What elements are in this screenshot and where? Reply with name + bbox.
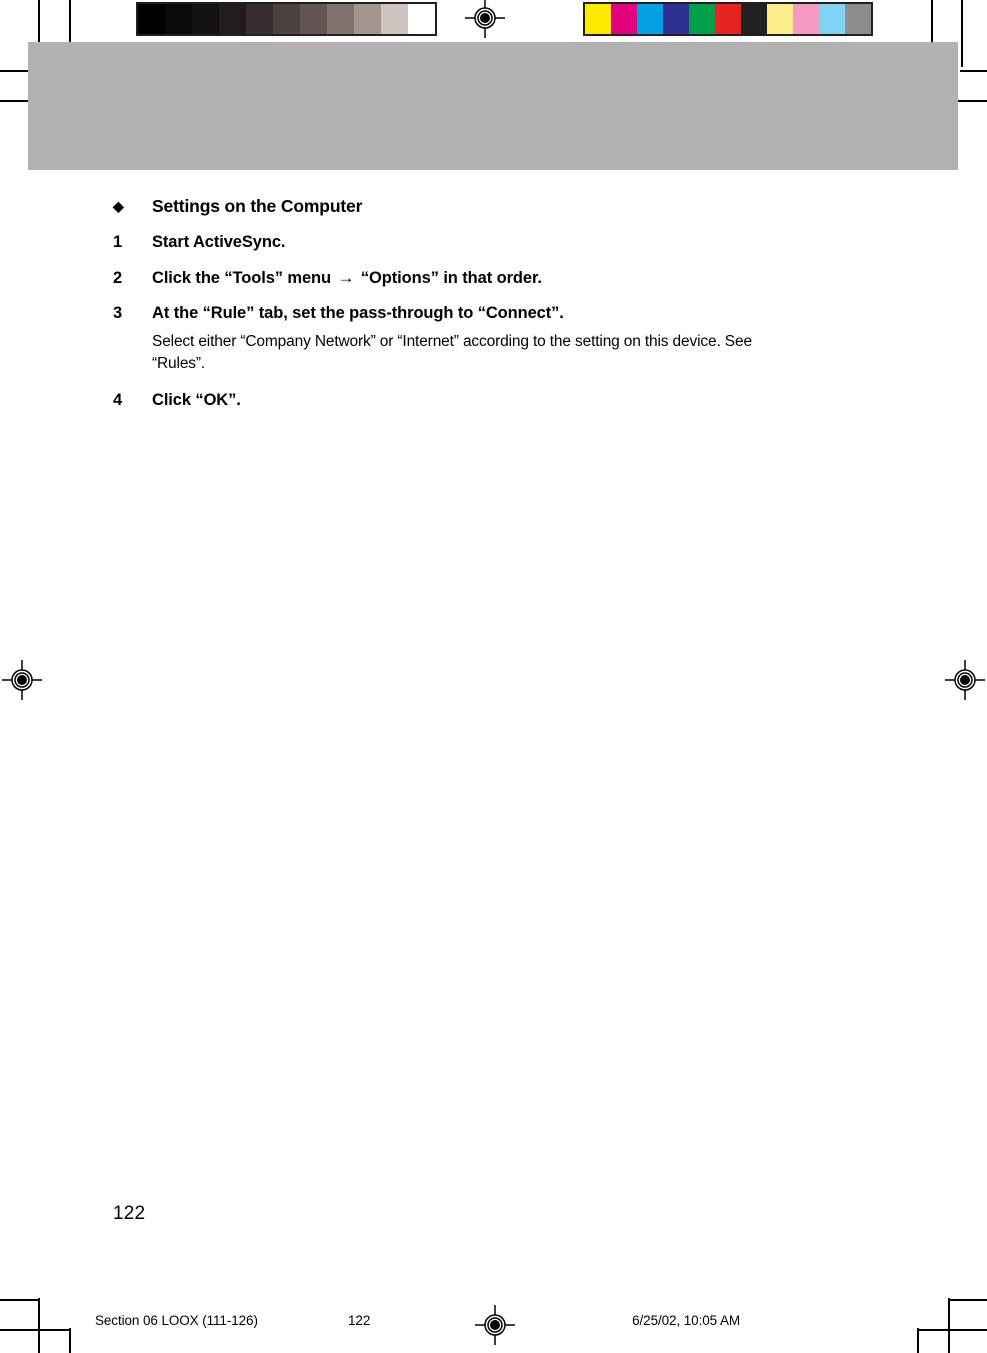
- step-number: 2: [113, 269, 123, 287]
- color-patch: [845, 4, 871, 34]
- gray-patch: [219, 4, 246, 34]
- crop-mark: [38, 1298, 40, 1353]
- gray-patch: [273, 4, 300, 34]
- color-patch: [715, 4, 741, 34]
- section-heading-text: Settings on the Computer: [152, 196, 363, 216]
- print-footer-timestamp: 6/25/02, 10:05 AM: [632, 1313, 740, 1328]
- color-patch: [637, 4, 663, 34]
- color-patch: [611, 4, 637, 34]
- gray-patch: [165, 4, 192, 34]
- step-text-before-arrow: Click the “Tools” menu: [152, 269, 336, 287]
- crop-mark: [960, 70, 987, 72]
- color-patch: [689, 4, 715, 34]
- page-header-band: [28, 42, 958, 170]
- print-footer: Section 06 LOOX (111-126) 122 6/25/02, 1…: [95, 1313, 740, 1331]
- color-patch: [663, 4, 689, 34]
- color-patch: [767, 4, 793, 34]
- crop-mark: [917, 1329, 987, 1331]
- section-heading: ◆ Settings on the Computer: [113, 196, 873, 217]
- color-patch: [741, 4, 767, 34]
- step-text: At the “Rule” tab, set the pass-through …: [152, 304, 564, 322]
- gray-patch: [381, 4, 408, 34]
- step-item: 2 Click the “Tools” menu → “Options” in …: [113, 268, 873, 288]
- crop-mark: [917, 1328, 919, 1353]
- step-number: 1: [113, 233, 123, 251]
- step-item: 4 Click “OK”.: [113, 391, 873, 410]
- gray-patch: [138, 4, 165, 34]
- step-text: Click “OK”.: [152, 391, 241, 409]
- crop-mark: [69, 1328, 71, 1353]
- grayscale-calibration-strip: [136, 2, 437, 36]
- gray-patch: [327, 4, 354, 34]
- diamond-bullet-icon: ◆: [113, 198, 124, 214]
- crop-mark: [0, 1329, 70, 1331]
- print-footer-page: 122: [348, 1313, 371, 1328]
- gray-patch: [354, 4, 381, 34]
- scanned-page: ◆ Settings on the Computer 1 Start Activ…: [0, 0, 987, 1353]
- color-patch: [793, 4, 819, 34]
- color-patch: [819, 4, 845, 34]
- step-text-after-arrow: “Options” in that order.: [356, 269, 542, 287]
- right-arrow-icon: →: [337, 268, 355, 287]
- gray-patch: [300, 4, 327, 34]
- step-item: 1 Start ActiveSync.: [113, 233, 873, 252]
- color-calibration-strip: [583, 2, 873, 36]
- print-footer-section: Section 06 LOOX (111-126): [95, 1313, 258, 1328]
- registration-target-left: [2, 660, 42, 700]
- gray-patch: [192, 4, 219, 34]
- page-number: 122: [113, 1203, 146, 1224]
- step-text: Start ActiveSync.: [152, 233, 286, 251]
- crop-mark: [0, 1299, 39, 1301]
- step-number: 4: [113, 391, 123, 409]
- step-item: 3 At the “Rule” tab, set the pass-throug…: [113, 304, 873, 323]
- crop-mark: [948, 1298, 950, 1353]
- crop-mark: [961, 0, 963, 67]
- step-number: 3: [113, 304, 123, 322]
- color-patch: [585, 4, 611, 34]
- step-text: Click the “Tools” menu → “Options” in th…: [152, 268, 873, 288]
- gray-patch: [408, 4, 435, 34]
- crop-mark: [948, 1299, 987, 1301]
- registration-target-right: [945, 660, 985, 700]
- gray-patch: [246, 4, 273, 34]
- registration-target-top: [465, 0, 505, 38]
- page-content: ◆ Settings on the Computer 1 Start Activ…: [113, 196, 873, 426]
- step-note: Select either “Company Network” or “Inte…: [152, 333, 752, 372]
